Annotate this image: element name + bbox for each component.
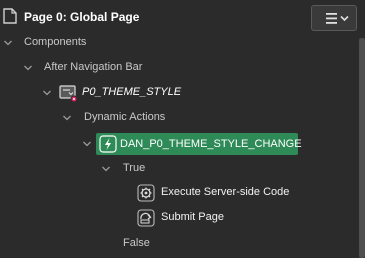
select-list-item-icon bbox=[59, 85, 77, 102]
tree-node-label: DAN_P0_THEME_STYLE_CHANGE bbox=[120, 138, 302, 150]
tree-node-action-execute-server-side-code[interactable]: Execute Server-side Code bbox=[0, 182, 355, 204]
tree-node-false[interactable]: False bbox=[0, 233, 355, 255]
tree-node-label: Submit Page bbox=[161, 211, 224, 223]
chevron-down-icon[interactable] bbox=[101, 164, 111, 174]
chevron-down-icon[interactable] bbox=[82, 139, 92, 149]
tree-node-components[interactable]: Components bbox=[0, 32, 355, 54]
selected-node-highlight[interactable]: DAN_P0_THEME_STYLE_CHANGE bbox=[96, 133, 302, 155]
tree-node-dynamic-action[interactable]: DAN_P0_THEME_STYLE_CHANGE bbox=[0, 133, 355, 155]
page-title: Page 0: Global Page bbox=[24, 10, 140, 24]
tree-node-label: Components bbox=[24, 36, 87, 48]
tree-node-item-p0-theme-style[interactable]: P0_THEME_STYLE bbox=[0, 82, 355, 104]
tree-node-after-navigation-bar[interactable]: After Navigation Bar bbox=[0, 57, 355, 79]
tree-node-action-submit-page[interactable]: Submit Page bbox=[0, 207, 355, 229]
tree-node-label: Dynamic Actions bbox=[84, 111, 166, 123]
chevron-down-icon bbox=[340, 15, 349, 22]
tree-node-dynamic-actions[interactable]: Dynamic Actions bbox=[0, 107, 355, 129]
chevron-down-icon[interactable] bbox=[62, 113, 72, 123]
chevron-down-icon[interactable] bbox=[42, 88, 52, 98]
tree-node-label: P0_THEME_STYLE bbox=[82, 86, 182, 98]
document-icon bbox=[3, 8, 17, 24]
tree-panel: Page 0: Global Page Components After Nav… bbox=[0, 0, 365, 258]
gear-icon bbox=[137, 184, 155, 202]
scrollbar[interactable] bbox=[359, 38, 365, 258]
tree-node-label: True bbox=[123, 162, 146, 174]
lightning-icon bbox=[99, 135, 117, 153]
chevron-down-icon[interactable] bbox=[23, 63, 33, 73]
submit-page-icon bbox=[137, 209, 155, 227]
hamburger-icon bbox=[326, 13, 337, 24]
tree-menu-button[interactable] bbox=[311, 5, 357, 31]
tree-node-label: Execute Server-side Code bbox=[161, 186, 290, 198]
tree-node-label: False bbox=[123, 237, 150, 249]
tree-node-true[interactable]: True bbox=[0, 158, 355, 180]
panel-header: Page 0: Global Page bbox=[0, 0, 365, 34]
scrollbar-thumb[interactable] bbox=[359, 38, 365, 258]
chevron-down-icon[interactable] bbox=[3, 38, 13, 48]
tree-node-label: After Navigation Bar bbox=[44, 61, 143, 73]
